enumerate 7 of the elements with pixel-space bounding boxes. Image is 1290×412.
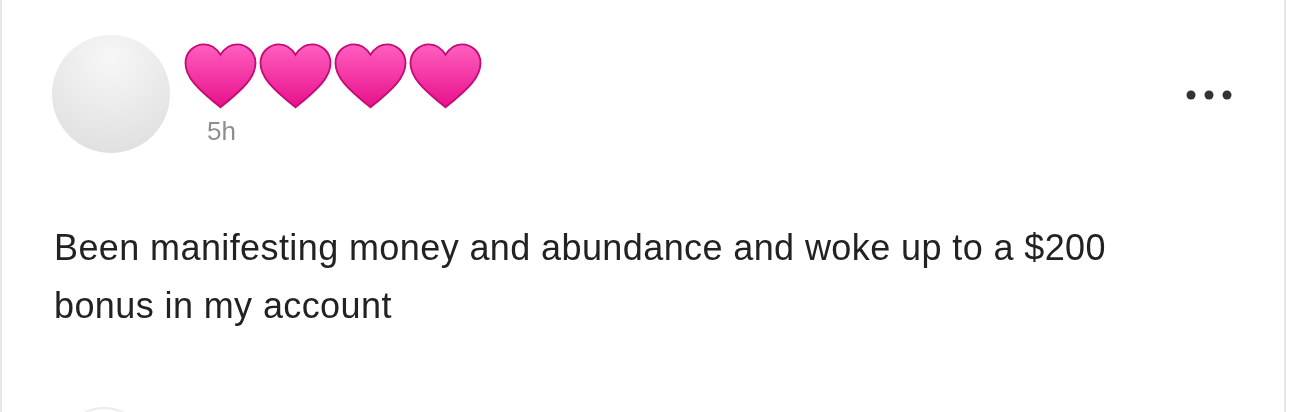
post-time: 5h — [207, 116, 237, 147]
post-text: Been manifesting money and abundance and woke up to a $200 bonus in my account — [54, 226, 1107, 328]
more-options-icon[interactable] — [1186, 90, 1232, 100]
heart-icon — [333, 42, 408, 112]
heart-icon — [408, 42, 483, 112]
heart-icon — [258, 42, 333, 112]
heart-icon — [183, 42, 258, 112]
